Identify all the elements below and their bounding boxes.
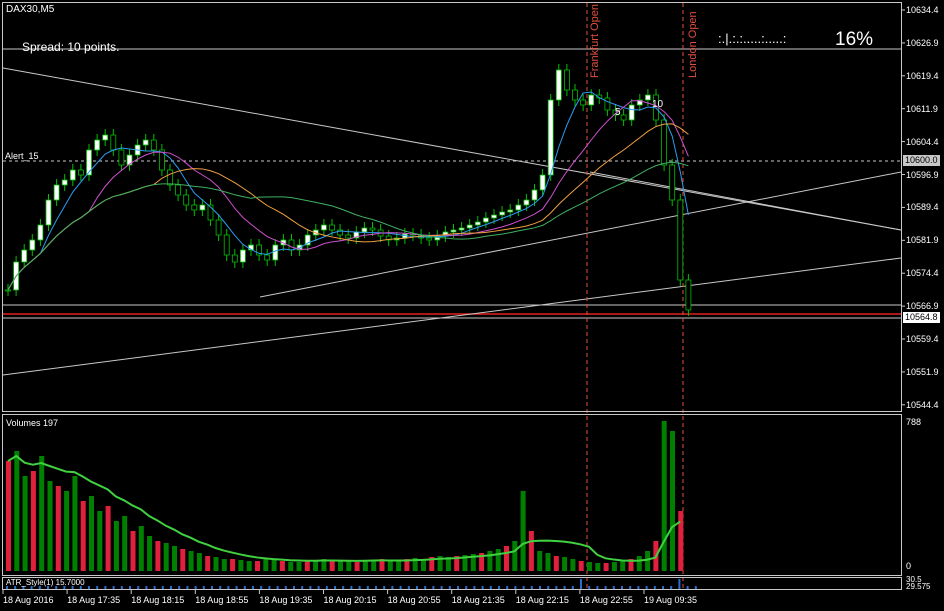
price-tick-label: 10566.9 bbox=[906, 301, 939, 312]
price-tick-label: 10604.4 bbox=[906, 136, 939, 147]
trading-chart-window[interactable]: DAX30,M5 Spread: 10 points. Alert_15 :.|… bbox=[0, 0, 944, 611]
price-tick-label: 10581.9 bbox=[906, 235, 939, 246]
bar-count-label-5: 5 bbox=[615, 107, 621, 118]
volume-min-tick: 0 bbox=[906, 561, 912, 571]
volume-panel[interactable] bbox=[2, 414, 902, 576]
time-tick-label: 18 Aug 19:35 bbox=[259, 595, 313, 605]
london-open-label: London Open bbox=[687, 11, 699, 78]
time-tick-label: 18 Aug 22:15 bbox=[515, 595, 569, 605]
session-progress-dots: :.|.:.:.....:.....: bbox=[718, 31, 787, 46]
main-price-panel[interactable] bbox=[2, 2, 902, 412]
symbol-label: DAX30,M5 bbox=[6, 4, 55, 15]
time-tick-label: 18 Aug 20:55 bbox=[387, 595, 441, 605]
price-tick-label: 10619.4 bbox=[906, 70, 939, 81]
time-tick-label: 18 Aug 21:35 bbox=[451, 595, 505, 605]
price-tick-label: 10634.4 bbox=[906, 5, 939, 15]
time-tick-label: 18 Aug 18:55 bbox=[195, 595, 249, 605]
alert-price-box: 10600.0 bbox=[903, 155, 940, 166]
time-tick-label: 18 Aug 18:15 bbox=[131, 595, 185, 605]
time-tick-label: 18 Aug 2016 bbox=[3, 595, 54, 605]
price-tick-label: 10574.4 bbox=[906, 268, 939, 279]
price-tick-label: 10559.4 bbox=[906, 334, 939, 344]
atr-panel-label: ATR_Style(1) 15.7000 bbox=[6, 578, 85, 587]
alert-line-label: Alert_15 bbox=[5, 151, 39, 161]
frankfurt-open-label: Frankfurt Open bbox=[589, 4, 601, 78]
volume-max-tick: 788 bbox=[906, 417, 922, 427]
atr-tick-b: 29.575 bbox=[906, 582, 931, 591]
session-progress-percent: 16% bbox=[835, 29, 874, 50]
price-tick-label: 10596.9 bbox=[906, 169, 939, 180]
time-tick-label: 19 Aug 09:35 bbox=[644, 595, 698, 605]
current-price-box: 10564.8 bbox=[903, 312, 940, 323]
volume-panel-label: Volumes 197 bbox=[6, 418, 59, 428]
bar-count-label-10: 10 bbox=[652, 99, 664, 110]
time-tick-label: 18 Aug 20:15 bbox=[323, 595, 377, 605]
spread-label: Spread: 10 points. bbox=[22, 40, 120, 54]
price-tick-label: 10589.4 bbox=[906, 202, 939, 213]
price-tick-label: 10551.9 bbox=[906, 366, 939, 377]
time-tick-label: 18 Aug 17:35 bbox=[67, 595, 121, 605]
price-tick-label: 10611.9 bbox=[906, 103, 938, 114]
price-tick-label: 10626.9 bbox=[906, 37, 939, 48]
atr-panel[interactable] bbox=[2, 577, 902, 590]
time-tick-label: 18 Aug 22:55 bbox=[579, 595, 633, 605]
price-tick-label: 10544.4 bbox=[906, 399, 939, 410]
